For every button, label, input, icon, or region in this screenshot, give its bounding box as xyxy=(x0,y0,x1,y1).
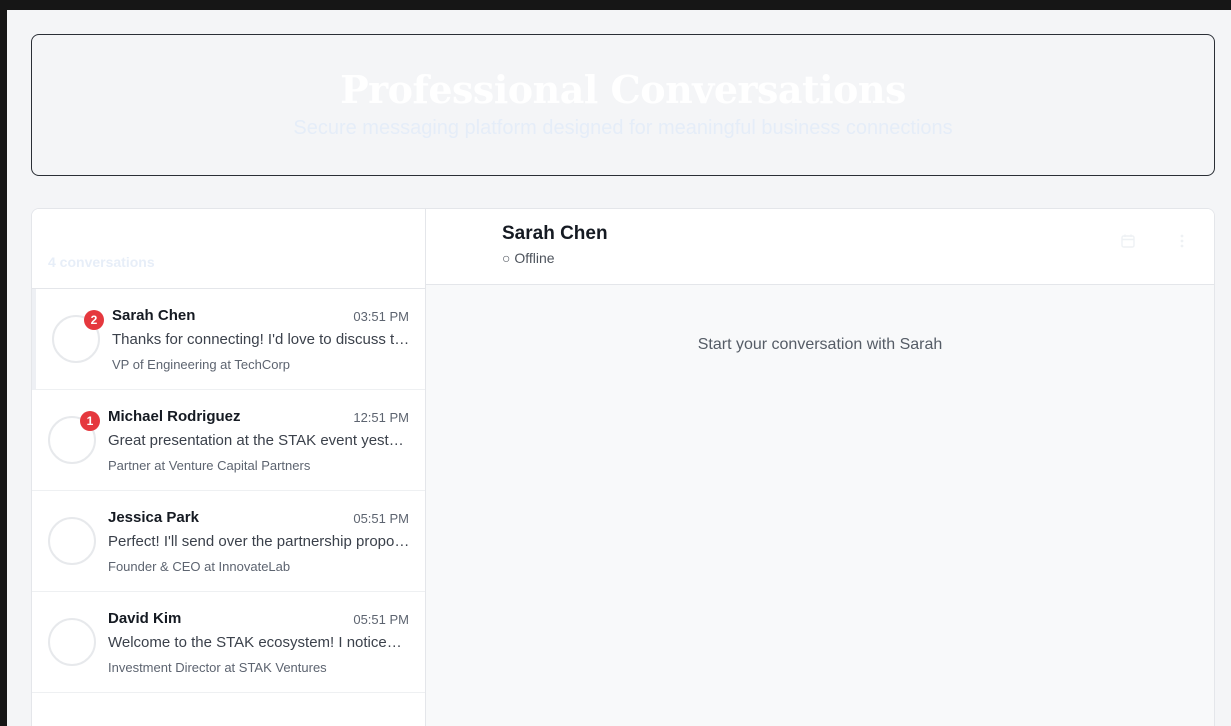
conversation-preview: Great presentation at the STAK event yes… xyxy=(108,432,410,449)
unread-badge: 1 xyxy=(80,411,100,431)
conversation-preview: Welcome to the STAK ecosystem! I noticed… xyxy=(108,634,410,651)
avatar xyxy=(48,517,96,565)
avatar xyxy=(48,618,96,666)
conversation-name: David Kim xyxy=(108,610,182,627)
sidebar-header: 4 conversations xyxy=(32,209,425,289)
chat-panel: Sarah Chen ○ Offline Start your conversa… xyxy=(426,209,1214,726)
conversation-role: VP of Engineering at TechCorp xyxy=(112,357,291,372)
calendar-icon[interactable] xyxy=(1120,233,1140,253)
hero-subtitle: Secure messaging platform designed for m… xyxy=(293,117,953,139)
hero-banner: Professional Conversations Secure messag… xyxy=(31,34,1215,176)
conversation-sidebar: 4 conversations 2 Sarah Chen 03:51 PM Th… xyxy=(32,209,426,726)
conversation-time: 12:51 PM xyxy=(353,410,409,425)
hero-title: Professional Conversations xyxy=(340,67,906,112)
conversation-preview: Thanks for connecting! I'd love to discu… xyxy=(112,331,410,348)
unread-badge: 2 xyxy=(84,310,104,330)
conversation-role: Founder & CEO at InnovateLab xyxy=(108,559,291,574)
conversation-role: Investment Director at STAK Ventures xyxy=(108,660,327,675)
conversation-role: Partner at Venture Capital Partners xyxy=(108,458,311,473)
more-vertical-icon[interactable] xyxy=(1174,233,1194,253)
conversation-item-david-kim[interactable]: David Kim 05:51 PM Welcome to the STAK e… xyxy=(32,592,425,693)
conversation-time: 03:51 PM xyxy=(353,309,409,324)
empty-conversation-message: Start your conversation with Sarah xyxy=(697,336,943,353)
chat-header: Sarah Chen ○ Offline xyxy=(426,209,1214,285)
chat-status: ○ Offline xyxy=(502,250,555,266)
conversation-time: 05:51 PM xyxy=(353,612,409,627)
conversation-item-jessica-park[interactable]: Jessica Park 05:51 PM Perfect! I'll send… xyxy=(32,491,425,592)
page: Professional Conversations Secure messag… xyxy=(7,10,1231,726)
conversation-count: 4 conversations xyxy=(48,254,155,270)
chat-contact-name: Sarah Chen xyxy=(502,223,608,244)
conversation-name: Sarah Chen xyxy=(112,307,196,324)
conversation-item-sarah-chen[interactable]: 2 Sarah Chen 03:51 PM Thanks for connect… xyxy=(32,289,425,390)
messaging-app: 4 conversations 2 Sarah Chen 03:51 PM Th… xyxy=(31,208,1215,726)
conversation-item-michael-rodriguez[interactable]: 1 Michael Rodriguez 12:51 PM Great prese… xyxy=(32,390,425,491)
conversation-preview: Perfect! I'll send over the partnership … xyxy=(108,533,410,550)
conversation-time: 05:51 PM xyxy=(353,511,409,526)
conversation-name: Jessica Park xyxy=(108,509,199,526)
conversation-name: Michael Rodriguez xyxy=(108,408,241,425)
